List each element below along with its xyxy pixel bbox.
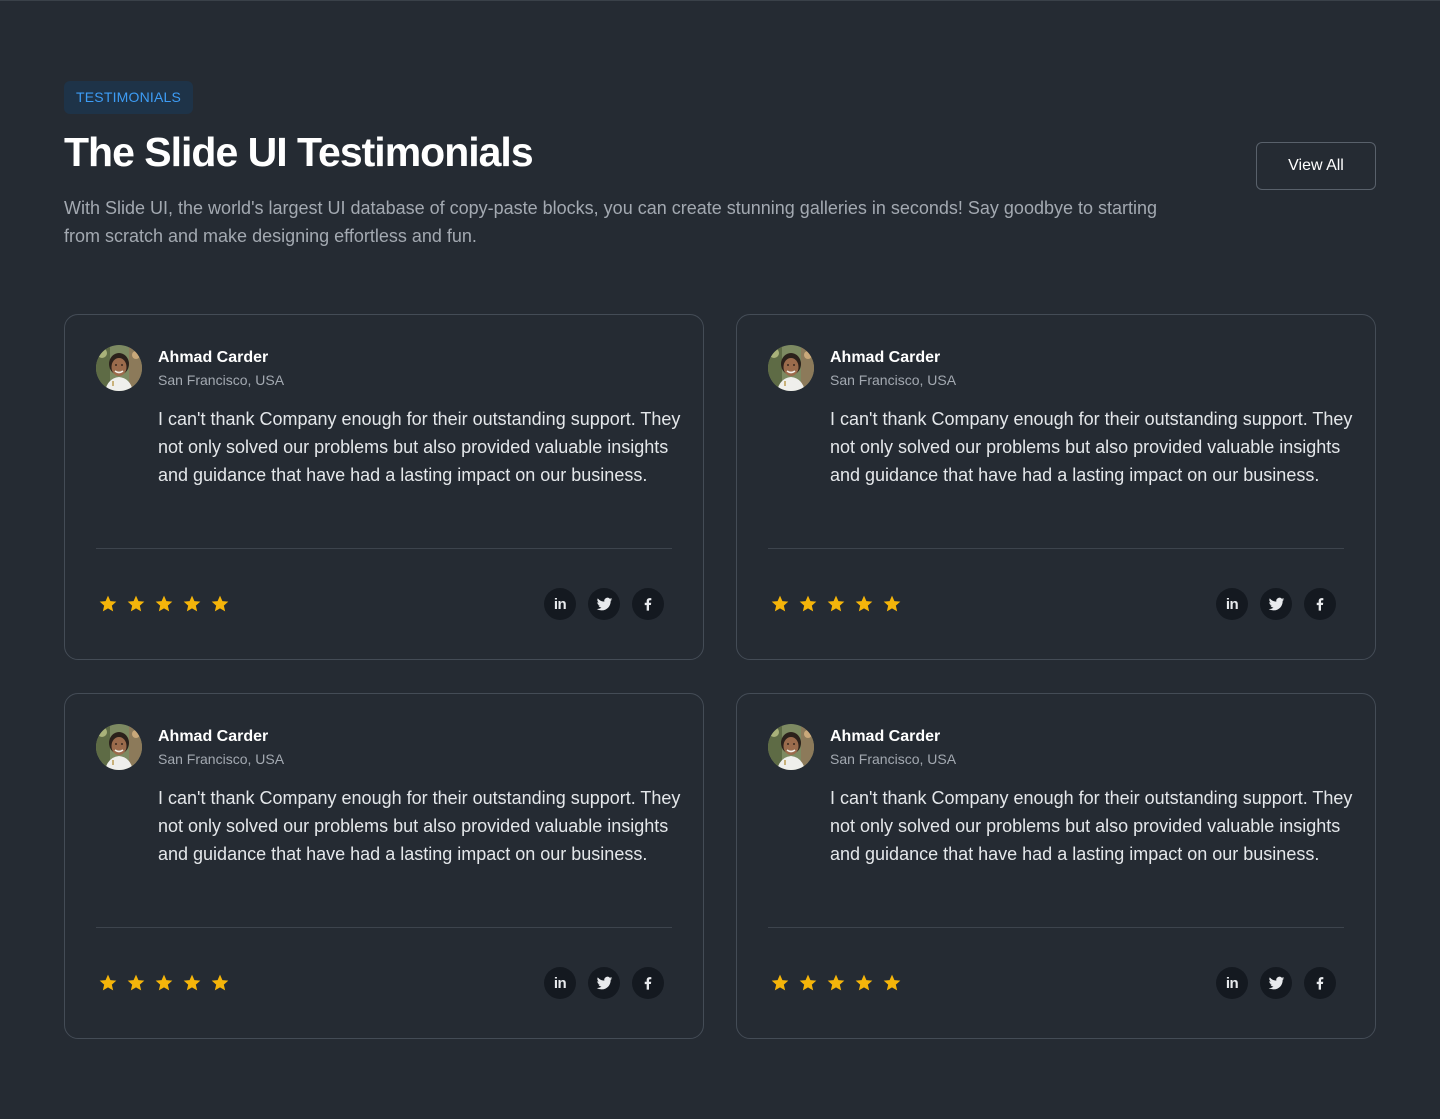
social-links: in [544,967,664,999]
star-icon [883,595,901,612]
section-subtitle: With Slide UI, the world's largest UI da… [64,198,1158,246]
reviewer-location: San Francisco, USA [830,751,957,767]
star-icon [799,595,817,612]
testimonial-quote: I can't thank Company enough for their o… [158,409,681,485]
star-icon [771,595,789,612]
star-icon [771,974,789,991]
star-icon [211,974,229,991]
divider [96,548,672,549]
page-title: The Slide UI Testimonials [64,129,534,175]
star-icon [855,974,873,991]
star-icon [211,595,229,612]
star-icon [127,595,145,612]
facebook-icon[interactable] [632,588,664,620]
social-links: in [544,588,664,620]
rating-stars [98,973,230,993]
twitter-icon[interactable] [588,967,620,999]
reviewer-name: Ahmad Carder [830,349,941,366]
view-all-button[interactable]: View All [1256,142,1376,190]
rating-stars [770,594,902,614]
rating-stars [98,594,230,614]
section-badge: TESTIMONIALS [64,81,194,114]
social-links: in [1216,588,1336,620]
reviewer-name: Ahmad Carder [158,349,269,366]
star-icon [827,595,845,612]
reviewer-name: Ahmad Carder [830,728,941,745]
testimonial-card: Ahmad Carder San Francisco, USA I can't … [64,693,704,1039]
star-icon [799,974,817,991]
reviewer-location: San Francisco, USA [158,372,285,388]
star-icon [827,974,845,991]
star-icon [99,974,117,991]
divider [768,927,1344,928]
facebook-icon[interactable] [1304,588,1336,620]
testimonial-card: Ahmad Carder San Francisco, USA I can't … [64,314,704,660]
divider [768,548,1344,549]
avatar [96,724,142,770]
star-icon [155,595,173,612]
avatar [96,345,142,391]
avatar [768,345,814,391]
rating-stars [770,973,902,993]
facebook-icon[interactable] [632,967,664,999]
facebook-icon[interactable] [1304,967,1336,999]
testimonial-quote: I can't thank Company enough for their o… [830,788,1353,864]
linkedin-icon[interactable]: in [1216,588,1248,620]
social-links: in [1216,967,1336,999]
star-icon [155,974,173,991]
testimonial-card: Ahmad Carder San Francisco, USA I can't … [736,693,1376,1039]
divider [96,927,672,928]
twitter-icon[interactable] [1260,967,1292,999]
linkedin-icon[interactable]: in [544,588,576,620]
star-icon [127,974,145,991]
reviewer-location: San Francisco, USA [830,372,957,388]
twitter-icon[interactable] [1260,588,1292,620]
testimonial-quote: I can't thank Company enough for their o… [830,409,1353,485]
linkedin-icon[interactable]: in [1216,967,1248,999]
star-icon [883,974,901,991]
twitter-icon[interactable] [588,588,620,620]
linkedin-icon[interactable]: in [544,967,576,999]
star-icon [183,974,201,991]
testimonials-section: TESTIMONIALS The Slide UI Testimonials W… [0,0,1440,1119]
reviewer-name: Ahmad Carder [158,728,269,745]
star-icon [183,595,201,612]
avatar [768,724,814,770]
testimonial-quote: I can't thank Company enough for their o… [158,788,681,864]
star-icon [99,595,117,612]
star-icon [855,595,873,612]
testimonial-card: Ahmad Carder San Francisco, USA I can't … [736,314,1376,660]
reviewer-location: San Francisco, USA [158,751,285,767]
